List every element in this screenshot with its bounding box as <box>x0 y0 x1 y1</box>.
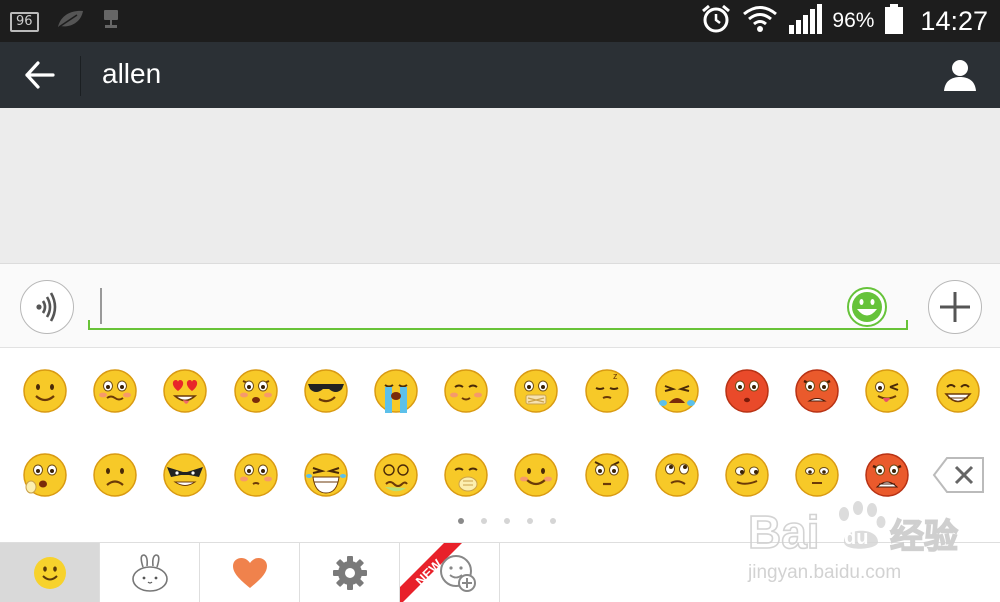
person-icon <box>944 60 976 91</box>
emoji-villain-mask[interactable] <box>161 451 209 499</box>
emoji-shy-blush[interactable] <box>442 367 490 415</box>
add-sticker-icon <box>439 555 476 592</box>
emoji-startled[interactable] <box>583 451 631 499</box>
emoji-zipped-mouth[interactable] <box>512 367 560 415</box>
back-button[interactable] <box>14 51 66 99</box>
emoji-blush-wobble[interactable] <box>91 367 139 415</box>
plus-icon <box>940 292 970 322</box>
status-left-icons: 96 <box>10 8 121 35</box>
more-button[interactable] <box>928 280 982 334</box>
emoji-thinking[interactable] <box>653 451 701 499</box>
emoji-sleepy[interactable]: z <box>583 367 631 415</box>
emoji-gentle-smile[interactable] <box>512 451 560 499</box>
chat-header: allen <box>0 42 1000 108</box>
usb-debug-icon <box>101 8 121 35</box>
page-indicator <box>458 518 556 524</box>
gear-icon <box>332 556 367 590</box>
emoji-big-grin[interactable] <box>934 367 982 415</box>
page-dot[interactable] <box>458 518 464 524</box>
page-dot[interactable] <box>527 518 533 524</box>
tab-favorites[interactable] <box>200 543 300 602</box>
message-input[interactable] <box>88 282 908 330</box>
tab-rabbit[interactable] <box>100 543 200 602</box>
alarm-clock-icon <box>700 3 732 40</box>
wifi-icon <box>742 5 778 38</box>
profile-button[interactable] <box>938 52 982 98</box>
sticker-tab-bar: NEW <box>0 542 1000 602</box>
tab-settings[interactable] <box>300 543 400 602</box>
emoji-sad[interactable] <box>91 451 139 499</box>
emoji-surprised-hand[interactable] <box>21 451 69 499</box>
emoji-toggle-button[interactable] <box>846 286 888 328</box>
emoji-embarrassed-red[interactable] <box>723 367 771 415</box>
header-divider <box>80 56 81 96</box>
page-dot[interactable] <box>550 518 556 524</box>
smiley-icon <box>847 287 887 327</box>
clock-time: 14:27 <box>920 5 988 36</box>
leaf-icon <box>55 8 85 35</box>
battery-percent: 96% <box>832 9 875 32</box>
notification-badge-icon: 96 <box>10 11 39 32</box>
voice-button[interactable] <box>20 280 74 334</box>
back-arrow-icon <box>25 61 55 89</box>
emoji-smile[interactable] <box>21 367 69 415</box>
emoji-angry-red[interactable] <box>793 367 841 415</box>
emoji-cool-sunglasses[interactable] <box>302 367 350 415</box>
emoji-laughing-tears[interactable] <box>302 451 350 499</box>
emoji-sick-dizzy[interactable] <box>372 451 420 499</box>
emoji-sneaky-hand[interactable] <box>442 451 490 499</box>
smiley-face-icon <box>33 557 66 589</box>
rabbit-icon <box>131 554 168 592</box>
page-dot[interactable] <box>504 518 510 524</box>
chat-title: allen <box>102 58 162 89</box>
heart-icon <box>232 558 267 588</box>
voice-icon <box>36 292 57 322</box>
emoji-big-cry[interactable] <box>653 367 701 415</box>
emoji-grid: z <box>0 348 1000 522</box>
battery-icon <box>884 3 904 40</box>
status-right-icons: 96% 14:27 <box>700 3 988 39</box>
page-dot[interactable] <box>481 518 487 524</box>
message-text[interactable] <box>98 286 838 324</box>
emoji-panel: z <box>0 348 1000 542</box>
emoji-tongue-wink[interactable] <box>863 367 911 415</box>
emoji-doubtful[interactable] <box>793 451 841 499</box>
emoji-furious[interactable] <box>863 451 911 499</box>
emoji-heart-eyes[interactable] <box>161 367 209 415</box>
tab-emoji[interactable] <box>0 543 100 602</box>
emoji-crying-tears[interactable] <box>372 367 420 415</box>
emoji-smug[interactable] <box>723 451 771 499</box>
tab-add-sticker[interactable]: NEW <box>400 543 500 602</box>
delete-key[interactable] <box>932 456 986 494</box>
svg-text:z: z <box>613 371 618 381</box>
status-bar: 96 96% 14:27 <box>0 0 1000 42</box>
emoji-blushing-eyes[interactable] <box>232 451 280 499</box>
backspace-icon <box>932 457 984 493</box>
signal-icon <box>788 3 823 40</box>
message-area[interactable] <box>0 108 1000 264</box>
emoji-shocked[interactable] <box>232 367 280 415</box>
